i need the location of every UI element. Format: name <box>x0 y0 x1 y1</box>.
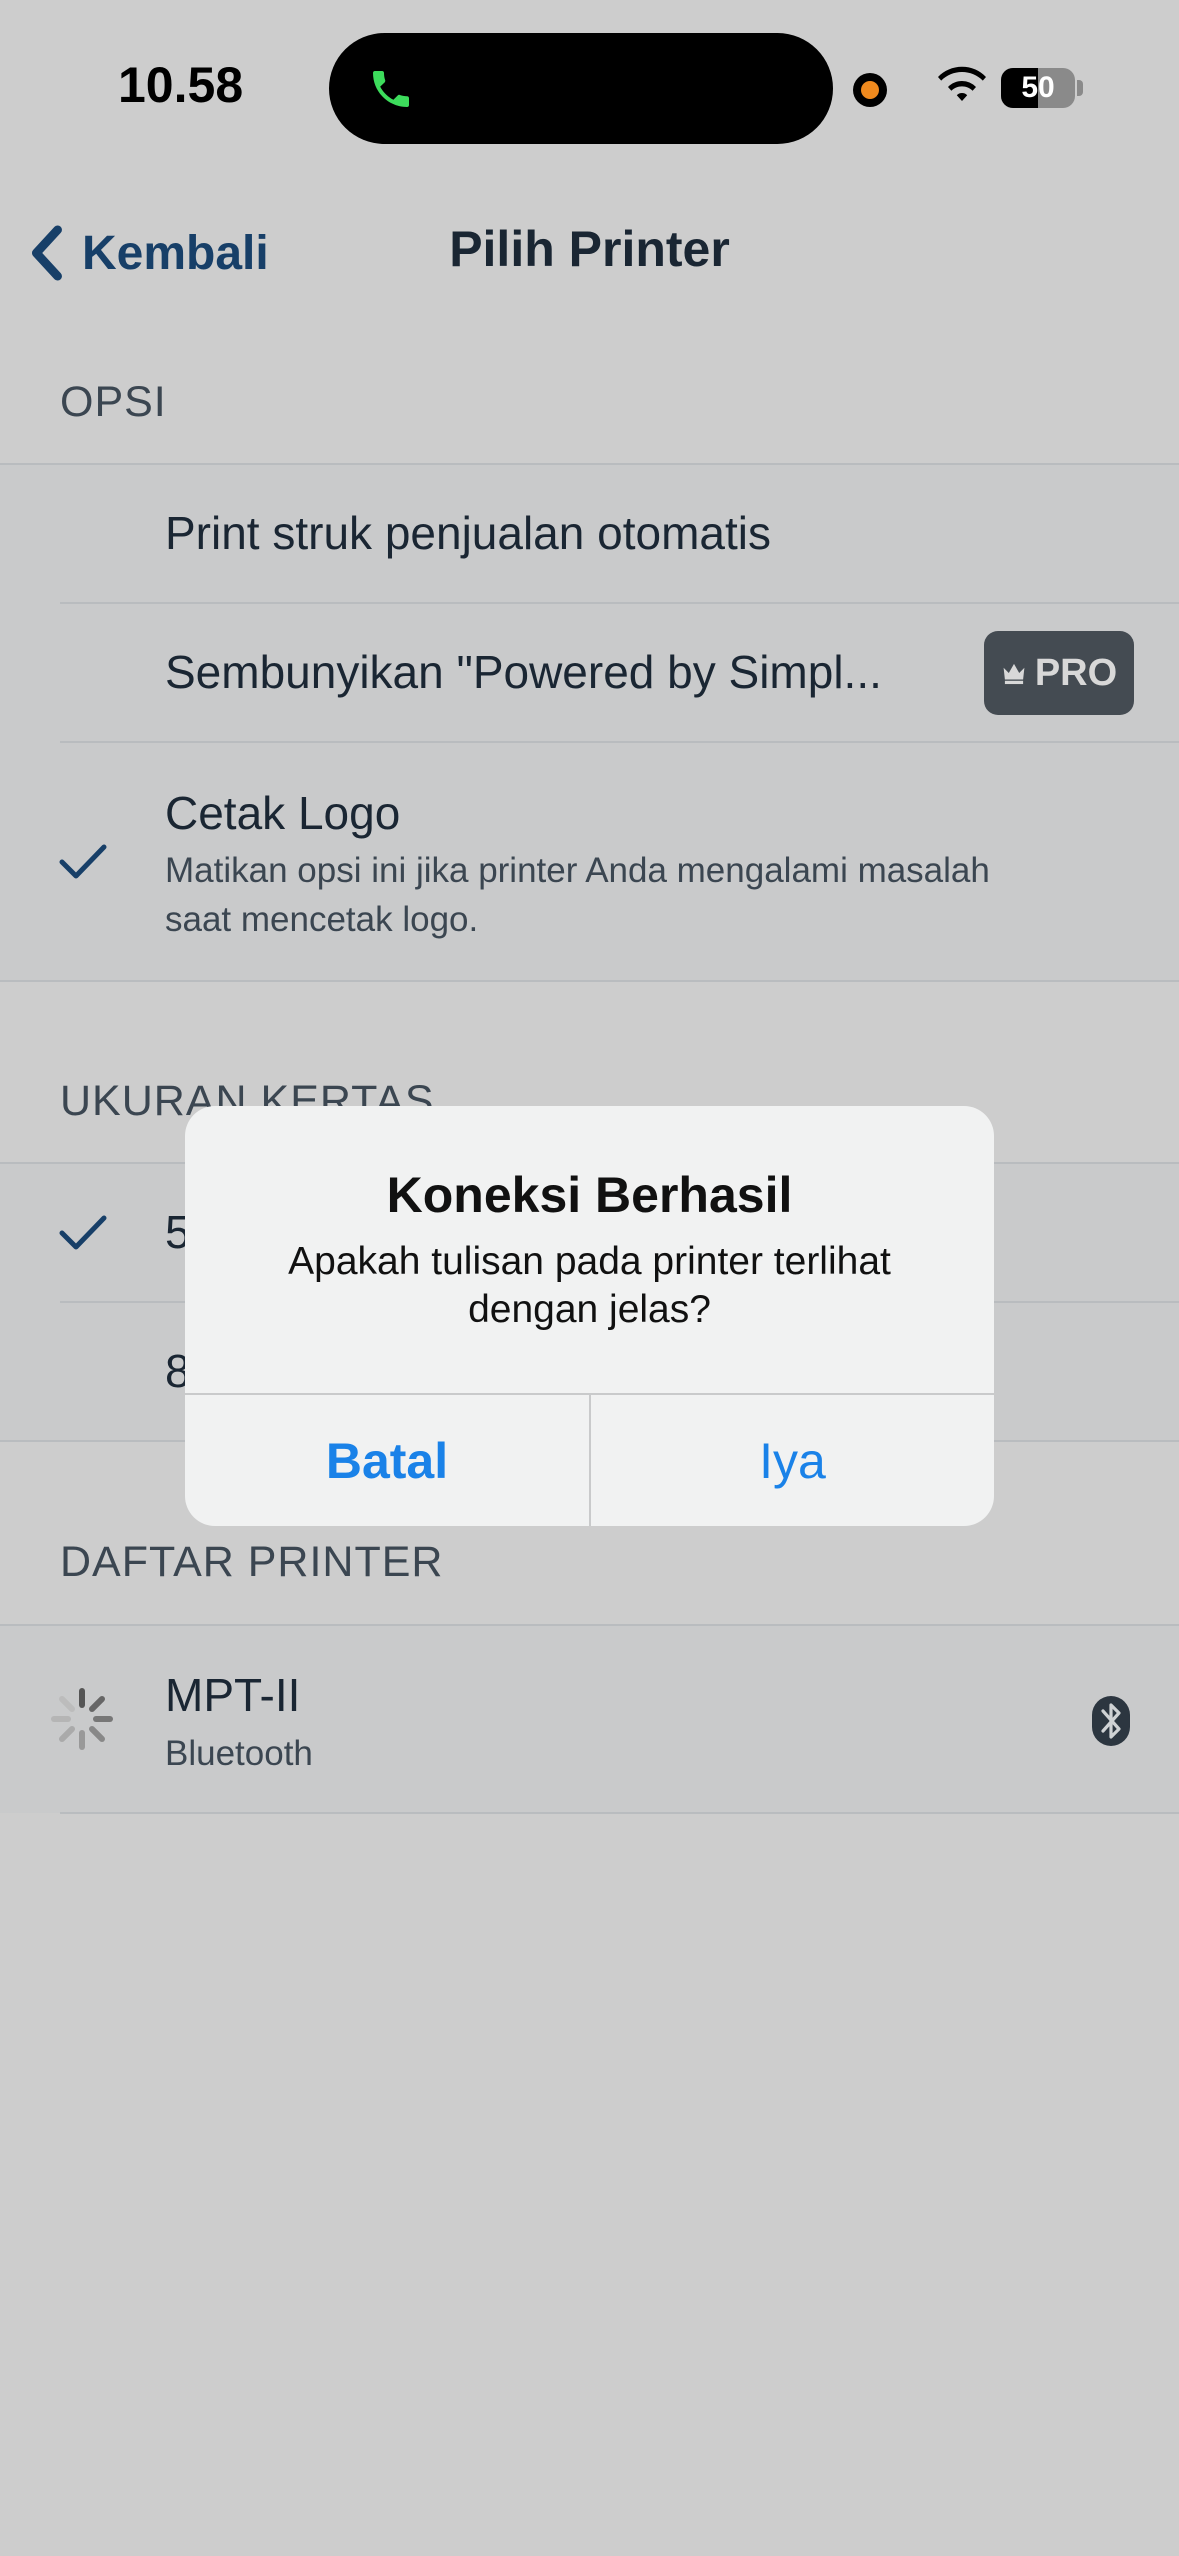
battery-level: 50 <box>1021 71 1055 104</box>
divider <box>60 602 1179 604</box>
alert-message: Apakah tulisan pada printer terlihat den… <box>288 1240 891 1331</box>
page-title: Pilih Printer <box>449 221 730 277</box>
option-label: Print struk penjualan otomatis <box>165 507 771 559</box>
dynamic-island[interactable] <box>329 33 833 144</box>
option-label: Sembunyikan "Powered by Simpl... <box>165 646 882 698</box>
divider <box>0 980 1179 982</box>
wifi-icon <box>938 66 986 101</box>
checkmark-icon <box>59 844 107 879</box>
divider <box>60 741 1179 743</box>
recording-indicator <box>853 73 887 107</box>
spinner-icon <box>51 1688 113 1750</box>
connection-success-alert: Koneksi Berhasil Apakah tulisan pada pri… <box>185 1106 994 1526</box>
section-header-printers: DAFTAR PRINTER <box>60 1538 444 1586</box>
section-header-options: OPSI <box>60 378 167 426</box>
phone-icon <box>373 71 409 107</box>
crown-icon <box>1003 663 1025 685</box>
battery-tip <box>1077 80 1083 96</box>
cancel-button[interactable]: Batal <box>185 1395 589 1526</box>
option-description: Matikan opsi ini jika printer Anda menga… <box>165 851 990 939</box>
pro-badge[interactable]: PRO <box>984 631 1134 715</box>
divider <box>60 1812 1179 1814</box>
alert-title: Koneksi Berhasil <box>386 1167 793 1223</box>
bluetooth-icon <box>1092 1696 1130 1746</box>
printer-connection-type: Bluetooth <box>165 1734 313 1773</box>
divider <box>0 1624 1179 1626</box>
status-time: 10.58 <box>118 57 244 113</box>
battery-icon: 50 <box>1001 68 1075 108</box>
pro-badge-label: PRO <box>1034 651 1118 694</box>
confirm-button[interactable]: Iya <box>591 1395 994 1526</box>
divider <box>0 463 1179 465</box>
checkmark-icon <box>59 1215 107 1250</box>
option-label: Cetak Logo <box>165 787 401 839</box>
printer-name: MPT-II <box>165 1669 301 1721</box>
